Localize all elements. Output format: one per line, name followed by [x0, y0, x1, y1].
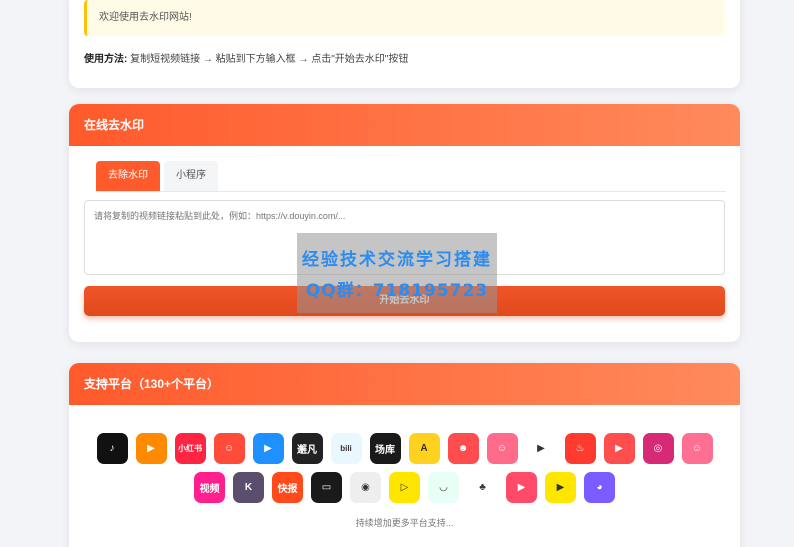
yellow-play-icon: ▷ — [389, 472, 420, 503]
kuaibao-icon: 快报 — [272, 472, 303, 503]
kuai-icon: K — [233, 472, 264, 503]
douyin-icon: ♪ — [96, 433, 128, 464]
xiaohongshu-icon: 小红书 — [174, 433, 206, 464]
weishi-icon: ▶ — [603, 433, 635, 464]
overlay-watermark: 经验技术交流学习搭建 QQ群：718195723 — [297, 233, 497, 313]
pipixia-icon: ☺ — [213, 433, 245, 464]
more-platforms-text: 持续增加更多平台支持... — [355, 518, 454, 528]
huoshan-icon: ♨ — [564, 433, 596, 464]
tv-icon: ▭ — [311, 472, 342, 503]
usage-text: 复制短视频链接 → 粘贴到下方输入框 → 点击"开始去水印"按钮 — [130, 54, 409, 65]
platforms-title: 支持平台（130+个平台） — [69, 363, 740, 405]
tab-divider — [96, 191, 726, 192]
bilibili-icon: bili — [330, 433, 362, 464]
bowl-icon: ◡ — [428, 472, 459, 503]
bizhi-icon: 邂凡 — [291, 433, 323, 464]
circle-play-icon: ▶ — [545, 472, 576, 503]
changku-icon: 场库 — [369, 433, 401, 464]
face-icon: ☺ — [486, 433, 518, 464]
plant-icon: ♣ — [467, 472, 498, 503]
watermark-line2: QQ群：718195723 — [305, 281, 489, 301]
platform-row-2: 视频 K 快报 ▭ ◉ ▷ ◡ ♣ ▶ ▶ ◕ — [69, 472, 740, 503]
watermark-line1: 经验技术交流学习搭建 — [302, 250, 492, 270]
usage-label: 使用方法: — [84, 54, 128, 65]
tab-mini-program[interactable]: 小程序 — [164, 161, 218, 191]
youku-icon: ▶ — [252, 433, 284, 464]
video-icon: ▶ — [506, 472, 537, 503]
shipin-icon: 视频 — [194, 472, 225, 503]
usage-instructions: 使用方法: 复制短视频链接 → 粘贴到下方输入框 → 点击"开始去水印"按钮 — [84, 50, 408, 65]
play-icon: ▶ — [525, 433, 557, 464]
chat-icon: ◕ — [584, 472, 615, 503]
platforms-card: 支持平台（130+个平台） ♪ ▶ 小红书 ☺ ▶ 邂凡 bili 场库 A ☻ ☺ ▶ ♨ ▶ ◎ ☺ 视频… — [69, 363, 740, 547]
monkey-icon: ☻ — [447, 433, 479, 464]
intro-card: 欢迎使用去水印网站! 使用方法: 复制短视频链接 → 粘贴到下方输入框 → 点击… — [69, 0, 740, 88]
gaoxiao-icon: ☺ — [681, 433, 713, 464]
eye-icon: ◉ — [350, 472, 381, 503]
zuiyou-icon: A — [408, 433, 440, 464]
platform-icons: ♪ ▶ 小红书 ☺ ▶ 邂凡 bili 场库 A ☻ ☺ ▶ ♨ ▶ ◎ ☺ 视频 K 快报 ▭ ◉ ▷ ◡ ♣ ▶ ▶ ◕ — [69, 433, 740, 511]
welcome-notice: 欢迎使用去水印网站! — [84, 0, 725, 36]
platform-row-1: ♪ ▶ 小红书 ☺ ▶ 邂凡 bili 场库 A ☻ ☺ ▶ ♨ ▶ ◎ ☺ — [69, 433, 740, 464]
tool-tabs: 去除水印 小程序 — [96, 161, 218, 191]
tool-card-title: 在线去水印 — [69, 104, 740, 146]
tab-remove-watermark[interactable]: 去除水印 — [96, 161, 160, 191]
instagram-icon: ◎ — [642, 433, 674, 464]
kuaishou-icon: ▶ — [135, 433, 167, 464]
